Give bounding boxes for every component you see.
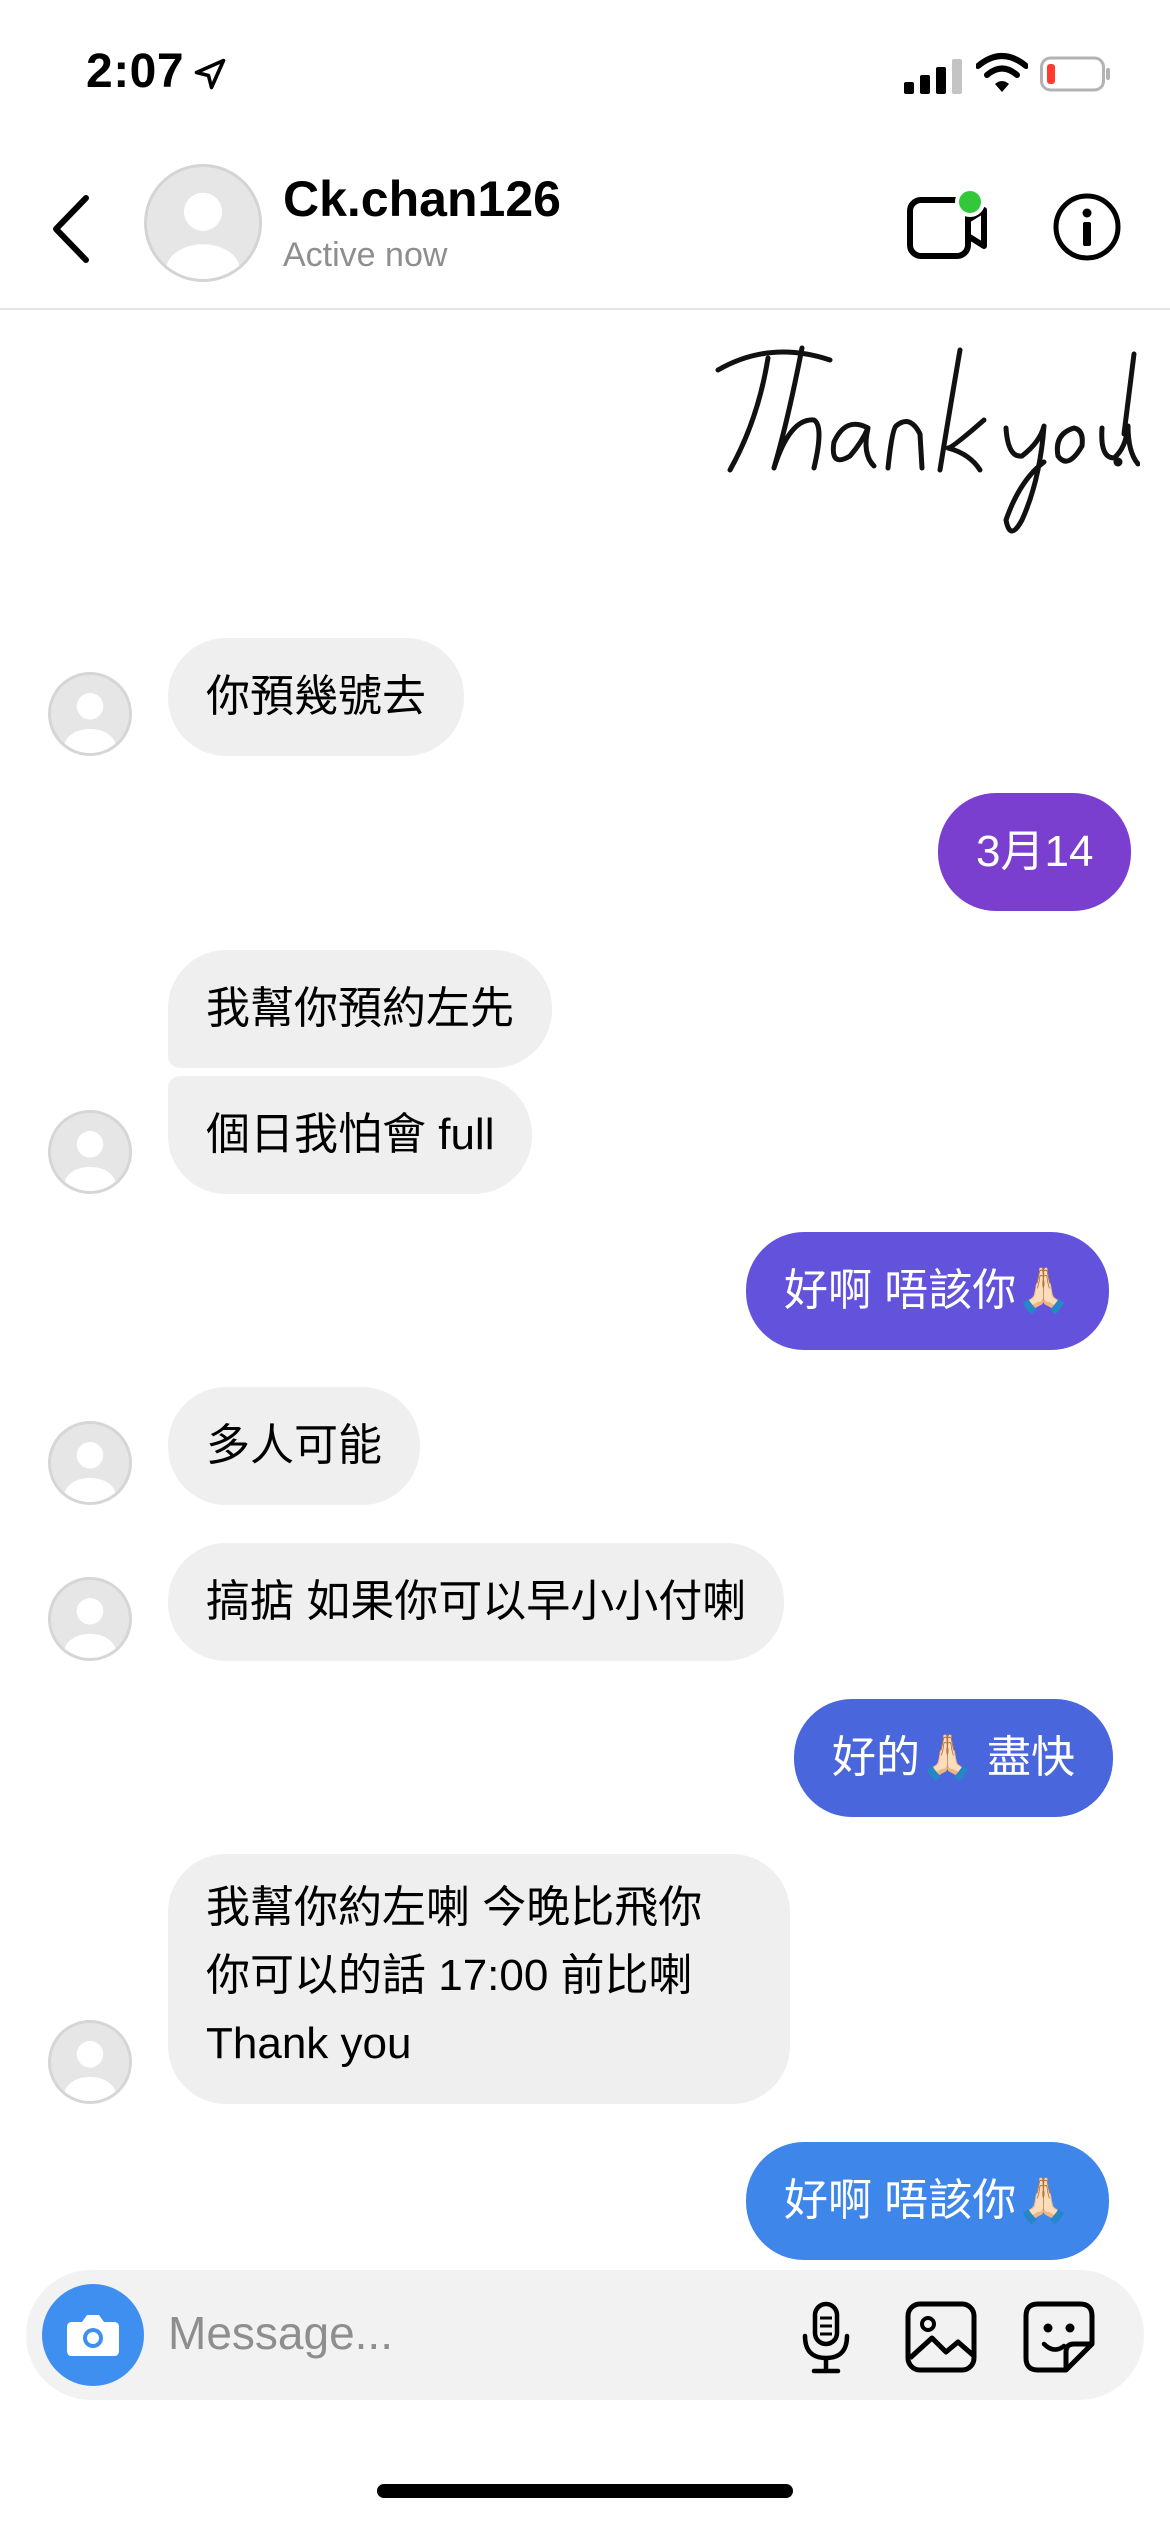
contact-avatar-small	[48, 1577, 132, 1661]
thank-you-sticker[interactable]	[710, 330, 1140, 550]
cellular-signal-icon	[904, 59, 962, 94]
message-bubble-outgoing[interactable]: 好啊 唔該你🙏🏻	[746, 1232, 1110, 1350]
message-line: 你可以的話 17:00 前比喇	[206, 1951, 693, 2000]
message-bubble-outgoing[interactable]: 好啊 唔該你🙏🏻	[746, 2142, 1110, 2260]
contact-avatar-small	[48, 1110, 132, 1194]
message-bubble-incoming[interactable]: 個日我怕會 full	[168, 1076, 533, 1194]
contact-avatar[interactable]	[144, 164, 262, 282]
message-line: 我幫你約左喇 今晚比飛你	[206, 1883, 703, 1932]
contact-avatar-small	[48, 1421, 132, 1505]
message-bubble-incoming-multiline[interactable]: 我幫你約左喇 今晚比飛你 你可以的話 17:00 前比喇 Thank you	[168, 1854, 790, 2104]
message-bubble-outgoing[interactable]: 好的🙏🏻 盡快	[794, 1699, 1114, 1817]
status-time: 2:07	[86, 45, 185, 98]
microphone-icon[interactable]	[798, 2300, 854, 2376]
contact-avatar-small	[48, 2020, 132, 2104]
sticker-icon[interactable]	[1022, 2300, 1096, 2374]
back-chevron-icon[interactable]	[46, 192, 100, 266]
message-line: Thank you	[206, 2019, 412, 2068]
contact-username[interactable]: Ck.chan126	[283, 170, 561, 228]
message-bubble-incoming[interactable]: 我幫你預約左先	[168, 950, 552, 1068]
message-bubble-outgoing[interactable]: 3月14	[938, 793, 1132, 911]
contact-avatar-small	[48, 672, 132, 756]
gallery-icon[interactable]	[904, 2300, 978, 2374]
video-call-icon[interactable]	[906, 186, 988, 262]
message-bubble-incoming[interactable]: 你預幾號去	[168, 638, 464, 756]
message-bubble-incoming[interactable]: 多人可能	[168, 1387, 420, 1505]
camera-icon	[67, 2315, 119, 2356]
active-status: Active now	[283, 236, 448, 274]
wifi-icon	[976, 53, 1028, 92]
chat-header: Ck.chan126 Active now	[0, 150, 1170, 310]
info-icon[interactable]	[1052, 192, 1122, 262]
location-arrow-icon	[194, 58, 226, 90]
message-composer: Message...	[26, 2270, 1144, 2400]
message-input[interactable]: Message...	[168, 2306, 393, 2360]
message-bubble-incoming[interactable]: 搞掂 如果你可以早小小付喇	[168, 1543, 785, 1661]
status-bar: 2:07	[0, 0, 1170, 150]
camera-button[interactable]	[42, 2284, 144, 2386]
battery-icon	[1040, 56, 1110, 92]
home-indicator[interactable]	[377, 2484, 793, 2498]
